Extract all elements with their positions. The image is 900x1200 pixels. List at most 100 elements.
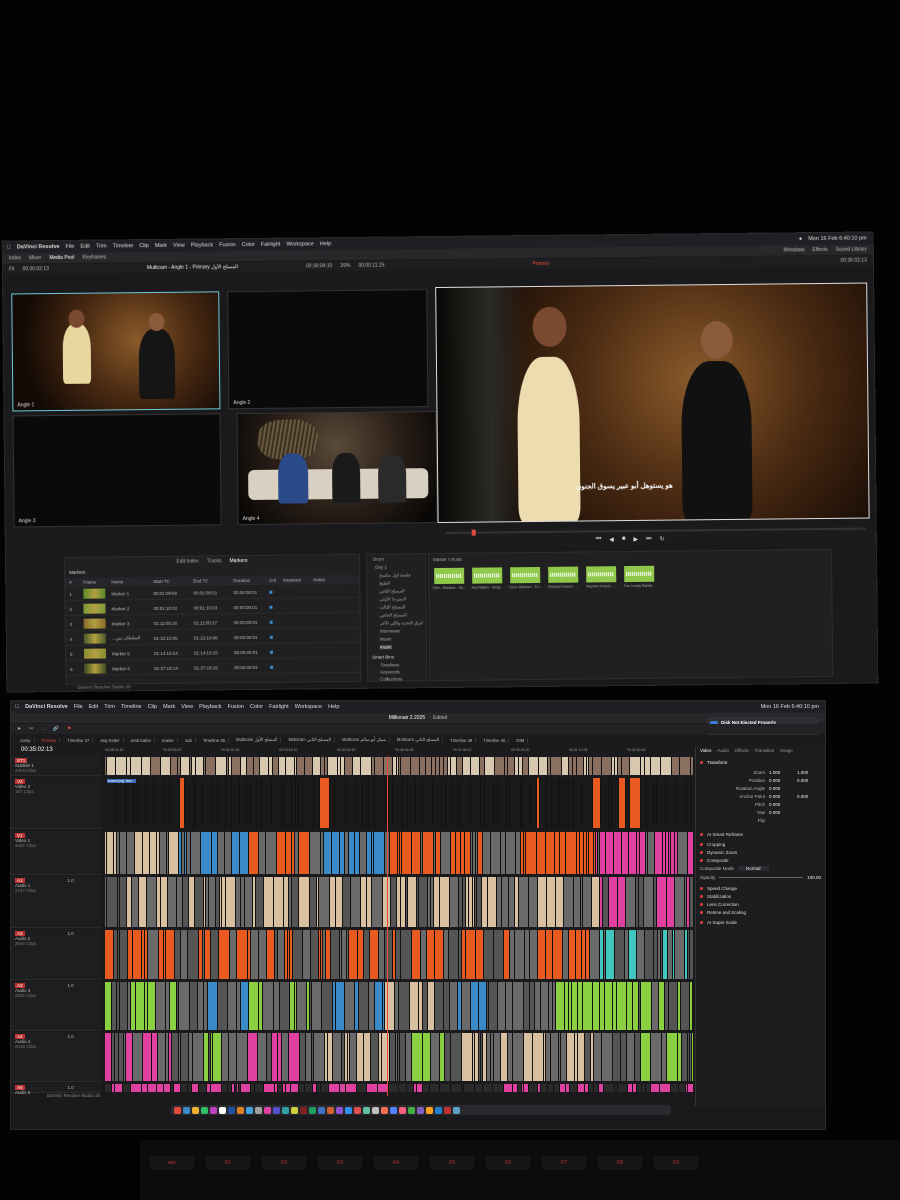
timeline-clip[interactable] [601,778,609,828]
timeline-tab[interactable]: Multicam المسلح الثاني [394,737,444,743]
timeline-clip[interactable] [537,832,546,874]
dock-app-icon[interactable] [327,1106,334,1114]
timeline-clip[interactable] [120,832,127,874]
section-toggle-icon[interactable] [700,842,703,846]
bin-item[interactable]: لاسترحا الأولى [379,596,406,602]
timeline-clip[interactable] [232,757,241,775]
timeline-clip[interactable] [578,1033,585,1081]
timeline-clip[interactable] [510,778,521,828]
col-frame[interactable]: Frame [83,579,105,584]
marker-row[interactable]: 3 Marker 3 01:11:05:16 01:11:05:17 00:00:00:… [65,614,360,631]
timeline-clip[interactable] [569,930,576,979]
timeline-clip[interactable] [533,1033,544,1081]
timeline-clip[interactable] [179,982,190,1030]
inspector-tab[interactable]: Image [780,748,793,753]
track-level[interactable]: 1.0 [68,1034,74,1039]
keyboard-key[interactable]: esc [150,1156,194,1170]
track-header[interactable]: A3 1.0 Audio 3 2092 Clips [11,981,101,1031]
timeline-clip[interactable] [408,778,416,828]
timeline-clip[interactable] [311,930,319,979]
timeline-clip[interactable] [681,982,690,1030]
music-clip[interactable]: Stephan Krasch - ... [547,566,579,589]
track-lane[interactable] [105,777,693,829]
dock-app-icon[interactable] [444,1106,451,1114]
timeline-clip[interactable] [343,877,351,927]
timeline-clip[interactable] [574,877,581,927]
timeline-clip[interactable] [272,778,282,828]
timeline-clip[interactable] [274,877,284,927]
timeline-clip[interactable] [105,778,116,828]
track-level[interactable]: 1.0 [68,1085,74,1090]
dock-app-icon[interactable] [264,1106,271,1114]
timeline-clip[interactable] [135,832,143,874]
timeline-clip[interactable] [647,778,654,828]
timeline-clip[interactable] [462,1033,473,1081]
timeline-clip[interactable] [278,930,285,979]
dock-app-icon[interactable] [435,1106,442,1114]
timeline-clip[interactable] [115,1084,123,1092]
timeline-clip[interactable] [435,982,444,1030]
menu-help[interactable]: Help [320,241,331,247]
timeline-tab[interactable]: sub [182,737,196,743]
timeline-tab[interactable]: Multicam المسلح الأول [233,737,282,743]
timeline-clip[interactable] [540,778,547,828]
timeline-clip[interactable] [488,877,497,927]
timeline-clip[interactable] [614,832,622,874]
timeline-clip[interactable] [192,1084,199,1092]
timeline-clip[interactable] [645,930,654,979]
inspector-section[interactable]: Dynamic Zoom [700,848,821,856]
dock-app-icon[interactable] [345,1106,352,1114]
timeline-clip[interactable] [229,1033,237,1081]
timeline-clip[interactable] [360,832,367,874]
timeline-clip[interactable] [313,757,321,775]
timeline-clip[interactable] [105,1033,112,1081]
timeline-clip[interactable] [181,930,188,979]
timeline-clip[interactable] [519,877,529,927]
timeline-clip[interactable] [218,832,225,874]
timeline-clip[interactable] [690,982,693,1030]
app-menu[interactable]: DaVinci Resolve [17,244,60,250]
timeline-clip[interactable] [692,1033,693,1081]
keyboard-key[interactable]: F4 [374,1156,418,1170]
timeline-clip[interactable] [675,930,685,979]
timeline-clip[interactable] [232,778,240,828]
timeline-tab[interactable]: arab trailer [128,737,156,743]
section-toggle-icon[interactable] [700,902,703,906]
marker-row[interactable]: 1 Marker 1 00:01:09:50 00:01:09:51 00:00:00:… [65,584,360,601]
timeline-clip[interactable] [593,982,600,1030]
timeline-clip[interactable] [423,1033,431,1081]
opacity-slider[interactable] [719,876,804,878]
track-lane[interactable] [105,981,693,1031]
dock-app-icon[interactable] [183,1106,190,1114]
menu-fusion[interactable]: Fusion [227,704,244,710]
dock-app-icon[interactable] [210,1106,217,1114]
timeline-clip[interactable] [556,877,564,927]
menubar-clock[interactable]: Mon 16 Feb 6:40:10 pm [761,704,819,710]
timeline-clip[interactable] [171,757,178,775]
dock-app-icon[interactable] [363,1106,370,1114]
bin-item[interactable]: المسلح الخاص [380,612,407,618]
timeline-clip[interactable] [305,1084,313,1092]
bin-item[interactable]: جلسة أول مكسح [379,572,411,578]
timeline-clip[interactable] [604,1084,615,1092]
timeline-clip[interactable] [648,832,655,874]
timeline-clip[interactable] [529,1084,538,1092]
timeline-clip[interactable] [232,832,240,874]
timeline-clip[interactable] [245,877,253,927]
timeline-clip[interactable] [541,1084,548,1092]
menu-edit[interactable]: Edit [89,704,98,710]
timeline-clip[interactable] [259,832,266,874]
timeline-clip[interactable] [493,1084,504,1092]
timeline-clip[interactable] [566,832,577,874]
timeline-clip[interactable] [169,832,179,874]
timeline-clip[interactable] [120,930,128,979]
timeline-clip[interactable] [161,877,168,927]
playhead-icon[interactable] [471,529,476,536]
timeline-clip[interactable] [450,982,458,1030]
transform-x-value[interactable]: 1.000 [769,770,793,775]
timeline-clip[interactable] [538,930,546,979]
media-pool-button[interactable]: Media Pool [49,255,74,261]
timeline-clip[interactable] [332,832,340,874]
timeline-clip[interactable] [286,757,295,775]
timeline-clip[interactable] [161,757,171,775]
